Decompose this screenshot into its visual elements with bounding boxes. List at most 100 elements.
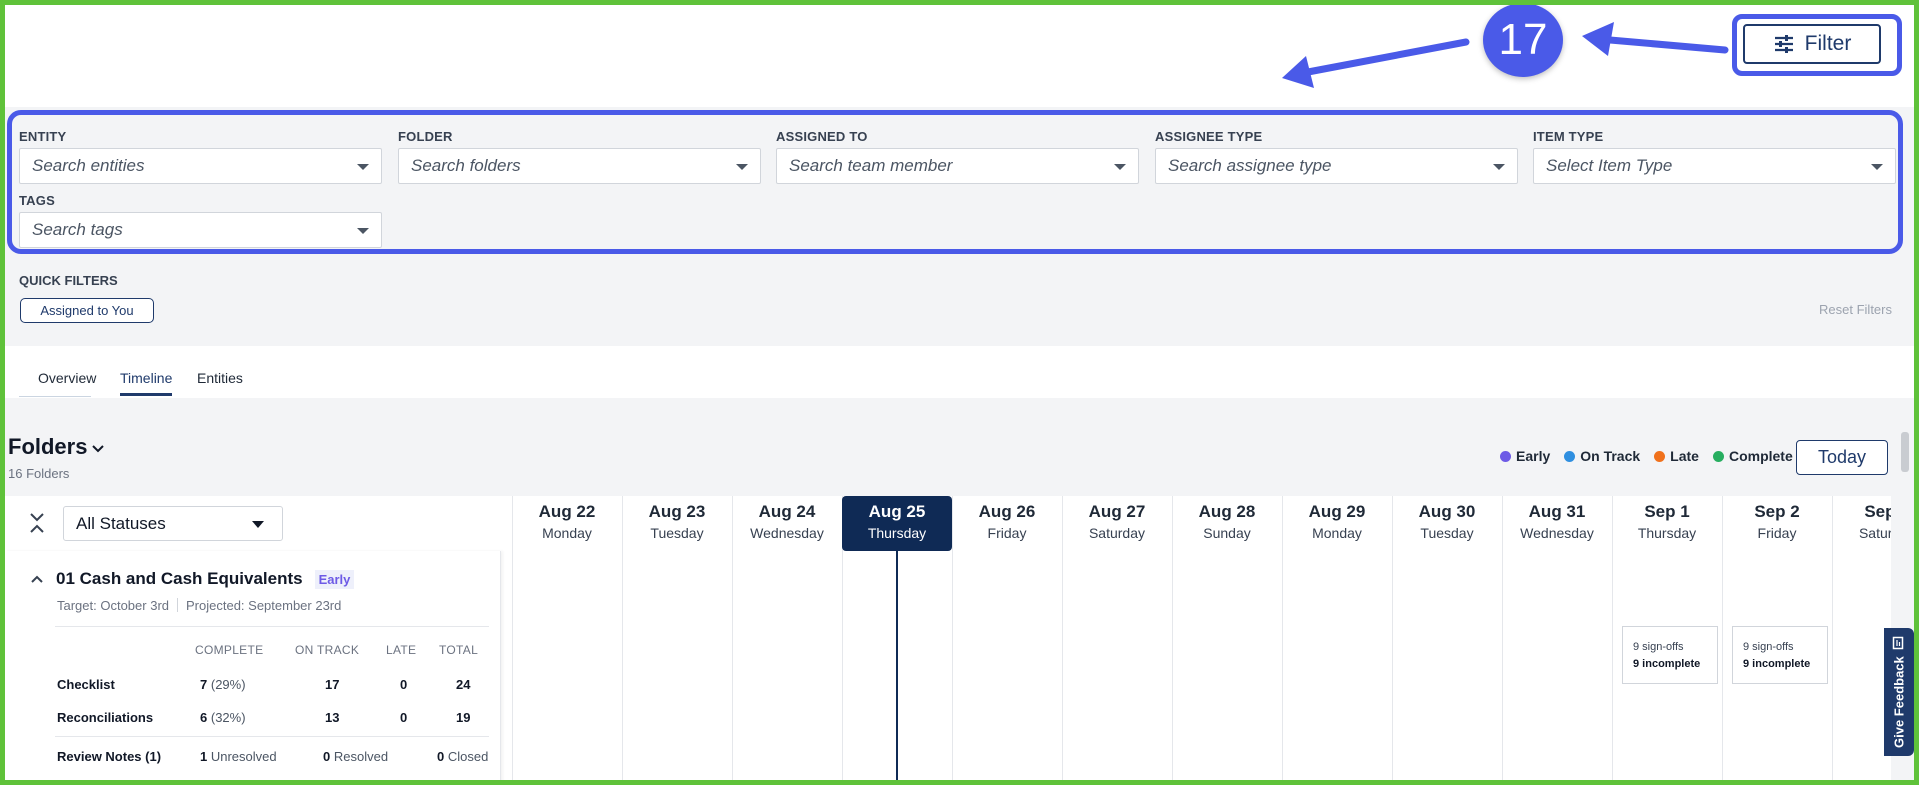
assignee-type-search-input[interactable]: Search assignee type [1155,148,1518,184]
review-notes-closed: 0 Closed [437,749,488,764]
review-notes-label[interactable]: Review Notes (1) [57,749,161,764]
day-header: Aug 31 Wednesday [1502,496,1612,551]
collapse-all-icon[interactable] [27,510,47,536]
folder-row-header[interactable]: 01 Cash and Cash Equivalents Early [30,569,355,589]
folder-summary-panel: 01 Cash and Cash Equivalents Early Targe… [5,551,501,780]
day-name: Monday [542,525,592,541]
assigned-to-label: ASSIGNED TO [776,129,868,144]
day-date: Aug 26 [978,502,1036,521]
top-bar [5,5,1914,107]
assignee-type-placeholder: Search assignee type [1168,156,1332,175]
filter-button[interactable]: Filter [1743,24,1881,64]
day-name: Tuesday [1420,525,1474,541]
day-header: Sep 1 Thursday [1612,496,1722,551]
caret-down-icon [252,521,264,528]
step-badge: 17 [1483,3,1563,77]
entity-search-input[interactable]: Search entities [19,148,382,184]
folders-title: Folders [8,434,88,459]
closed-label: Closed [447,749,489,764]
reconciliations-late: 0 [400,710,408,725]
folder-search-input[interactable]: Search folders [398,148,761,184]
day-name: Saturday [1088,525,1146,541]
day-name: Friday [1757,525,1797,541]
day-name: Friday [987,525,1027,541]
day-name: Wednesday [750,525,824,541]
legend-complete: Complete [1712,448,1793,464]
signoff-count: 9 sign-offs [1743,641,1794,653]
scrollbar-thumb[interactable] [1901,432,1909,472]
folders-count: 16 Folders [8,466,70,481]
sliders-icon [1774,35,1793,53]
chevron-down-icon [1114,164,1126,170]
entity-label: ENTITY [19,129,67,144]
unresolved-count: 1 [200,749,208,764]
chevron-down-icon [1493,164,1505,170]
day-header: Aug 23 Tuesday [622,496,732,551]
item-type-select[interactable]: Select Item Type [1533,148,1896,184]
legend-early: Early [1500,448,1550,464]
day-name: Saturday [1858,525,1891,541]
checklist-late: 0 [400,677,408,692]
day-name: Tuesday [650,525,704,541]
target-date: Target: October 3rd [57,598,169,613]
day-name: Thursday [867,525,927,541]
resolved-label: Resolved [333,749,389,764]
day-date: Aug 23 [648,502,706,521]
team-member-search-input[interactable]: Search team member [776,148,1139,184]
item-type-placeholder: Select Item Type [1546,156,1673,175]
reconciliations-complete-pct: (32%) [210,710,246,725]
tab-entities[interactable]: Entities [197,370,243,396]
day-name: Thursday [1637,525,1697,541]
tags-label: TAGS [19,193,55,208]
today-button[interactable]: Today [1796,440,1888,475]
legend-late: Late [1654,448,1699,464]
quick-filters-label: QUICK FILTERS [19,273,118,288]
day-date: Aug 29 [1308,502,1366,521]
day-date: Sep 1 [1644,502,1690,521]
late-dot-icon [1654,450,1666,462]
day-header: Aug 30 Tuesday [1392,496,1502,551]
tags-filter: TAGS Search tags [19,192,382,248]
reset-filters-link[interactable]: Reset Filters [1819,302,1892,317]
status-badge: Early [314,569,355,589]
tab-timeline[interactable]: Timeline [120,370,173,396]
day-name: Wednesday [1520,525,1594,541]
reconciliations-total: 19 [456,710,471,725]
chevron-up-icon[interactable] [30,572,44,586]
tab-overview[interactable]: Overview [38,370,96,396]
day-date: Sep 3 [1864,502,1891,521]
signoff-count: 9 sign-offs [1633,641,1684,653]
entity-filter: ENTITY Search entities [19,128,382,184]
legend-late-label: Late [1670,448,1699,464]
incomplete-count: 9 incomplete [1743,658,1811,670]
day-name: Sunday [1203,525,1251,541]
tags-search-input[interactable]: Search tags [19,212,382,248]
on-track-dot-icon [1564,450,1576,462]
assigned-to-you-chip[interactable]: Assigned to You [20,298,154,323]
folder-name[interactable]: 01 Cash and Cash Equivalents [56,569,303,589]
folders-dropdown[interactable]: Folders [8,434,105,460]
chevron-down-icon [357,228,369,234]
signoff-card-sep-2[interactable]: 9 sign-offs 9 incomplete [1732,626,1828,684]
day-header: Aug 22 Monday [512,496,622,551]
signoff-card-sep-1[interactable]: 9 sign-offs 9 incomplete [1622,626,1718,684]
date-separator [177,598,178,612]
assigned-to-placeholder: Search team member [789,156,953,175]
filter-button-label: Filter [1804,32,1852,55]
folder-dates: Target: October 3rd Projected: September… [57,598,341,613]
divider [55,626,489,627]
day-date: Sep 2 [1754,502,1800,521]
tags-placeholder: Search tags [32,220,123,239]
status-select[interactable]: All Statuses [63,506,283,541]
reconciliations-on-track: 13 [325,710,340,725]
reconciliations-complete: 6 (32%) [200,710,246,725]
feedback-icon [1892,636,1904,650]
divider [55,736,489,737]
chevron-down-icon [1871,164,1883,170]
checklist-label[interactable]: Checklist [57,677,115,692]
give-feedback-button[interactable]: Give Feedback [1884,628,1914,756]
day-date: Aug 31 [1528,502,1586,521]
item-type-filter: ITEM TYPE Select Item Type [1533,128,1896,184]
reconciliations-label[interactable]: Reconciliations [57,710,153,725]
day-header: Aug 26 Friday [952,496,1062,551]
